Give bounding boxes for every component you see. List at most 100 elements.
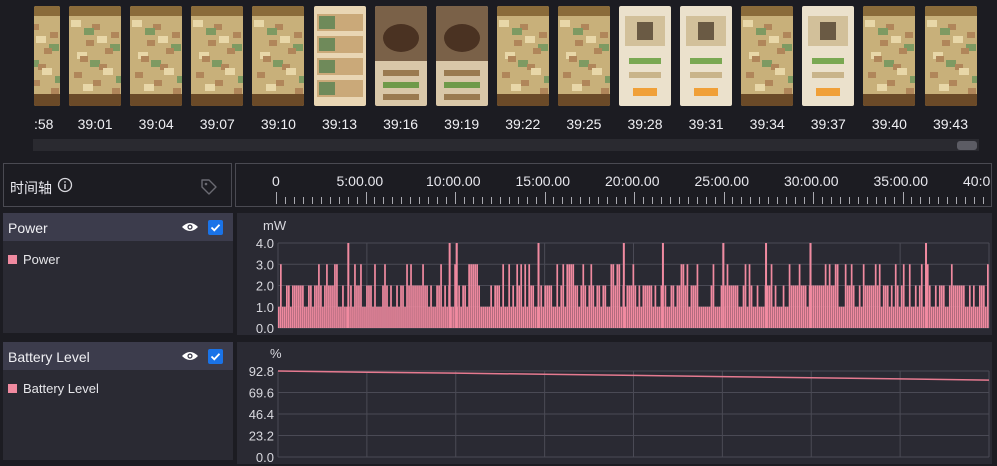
ruler-tick	[714, 197, 716, 204]
power-bar	[540, 285, 543, 328]
power-bar	[828, 264, 831, 328]
ruler-label: 5:00.00	[336, 173, 384, 189]
power-bar	[284, 306, 286, 328]
ruler-tick	[723, 192, 725, 204]
power-bar	[892, 306, 895, 328]
timeline-ruler[interactable]: 0 5:00.00 10:00.00 15:00.00 20:00.00 25:00.00…	[235, 163, 992, 207]
thumbnail-frame[interactable]	[863, 6, 916, 106]
info-circle-icon[interactable]	[57, 177, 73, 193]
ruler-tick	[553, 197, 555, 204]
power-bar	[734, 285, 737, 328]
thumbnail-frame[interactable]	[496, 6, 549, 106]
power-bar	[612, 264, 615, 328]
ruler-tick	[472, 197, 474, 204]
power-bar	[706, 306, 709, 328]
power-bar	[440, 264, 442, 328]
power-bar	[446, 306, 448, 328]
ruler-tick	[741, 197, 743, 204]
thumbnail-frame[interactable]	[680, 6, 733, 106]
eye-icon[interactable]	[181, 350, 199, 362]
power-bar	[824, 264, 827, 328]
eye-icon[interactable]	[181, 221, 199, 233]
thumbnail-scrollbar[interactable]	[33, 139, 979, 151]
power-bar	[732, 285, 735, 328]
ruler-tick	[813, 192, 814, 204]
thumbnail-frame[interactable]	[741, 6, 794, 106]
thumbnail-frame[interactable]	[924, 6, 977, 106]
power-bar	[936, 306, 939, 328]
power-bar	[640, 306, 643, 328]
power-bar	[740, 306, 743, 328]
thumbnail-frame[interactable]	[191, 6, 244, 106]
power-bar	[590, 264, 593, 328]
power-bar	[442, 306, 444, 328]
power-bar	[704, 306, 707, 328]
thumbnail-strip: :58 39:01 39:04 39:07 39:10 39:13 39:16 39:19 39…	[0, 0, 997, 160]
battery-track-header: Battery Level	[3, 342, 233, 370]
ruler-tick	[848, 197, 850, 204]
battery-chart[interactable]: % 0.0 23.2 46.4 69.6 92.8	[237, 342, 992, 464]
thumbnail-frame[interactable]	[802, 6, 855, 106]
power-bar	[576, 285, 579, 328]
power-bar	[698, 306, 701, 328]
power-bar	[754, 306, 757, 328]
power-bar	[962, 285, 965, 328]
power-bar	[556, 264, 559, 328]
ruler-tick	[526, 197, 528, 204]
power-bar	[708, 306, 711, 328]
power-bar	[934, 285, 937, 328]
power-bar	[360, 264, 362, 328]
power-bar	[574, 285, 577, 328]
power-bar	[604, 285, 607, 328]
power-bar	[286, 285, 288, 328]
thumbnail-frame[interactable]	[69, 6, 122, 106]
power-bar	[656, 306, 659, 328]
power-bar	[328, 285, 330, 328]
scrollbar-thumb[interactable]	[957, 141, 977, 150]
thumbnail-frame[interactable]	[435, 6, 488, 106]
power-y-tick-label: 2.0	[256, 279, 274, 294]
city-thumbnail-image	[496, 6, 549, 106]
power-bar	[462, 285, 464, 328]
thumbnail-frame[interactable]	[557, 6, 610, 106]
power-bar	[338, 306, 340, 328]
power-bar	[470, 264, 472, 328]
power-bar	[394, 306, 396, 328]
power-bar	[498, 285, 501, 328]
power-bar	[738, 306, 741, 328]
power-bar	[832, 285, 835, 328]
power-bar	[378, 306, 380, 328]
thumbnail-frame[interactable]	[313, 6, 366, 106]
battery-visibility-checkbox[interactable]	[208, 349, 223, 364]
power-bar	[510, 306, 513, 328]
menu-thumbnail-image	[313, 6, 366, 106]
power-chart[interactable]: mW 0.0 1.0 2.0 3.0 4.0	[237, 213, 992, 335]
thumbnail-frame[interactable]	[130, 6, 183, 106]
power-bar	[980, 285, 983, 328]
power-bar	[796, 285, 799, 328]
power-bar	[946, 306, 949, 328]
power-bar	[438, 285, 440, 328]
power-bar	[726, 264, 729, 328]
thumbnail-frame[interactable]	[374, 6, 427, 106]
power-bar	[532, 285, 535, 328]
timeline-title: 时间轴	[10, 181, 52, 197]
power-bar	[772, 306, 775, 328]
dialog-thumbnail-image	[619, 6, 671, 106]
power-bar	[630, 285, 633, 328]
tag-icon[interactable]	[199, 177, 219, 197]
power-bar	[500, 306, 503, 328]
ruler-tick	[616, 197, 618, 204]
power-y-tick-label: 0.0	[256, 321, 274, 335]
power-bar	[600, 306, 603, 328]
power-bar	[368, 285, 370, 328]
power-bar	[392, 306, 394, 328]
thumbnail-frame[interactable]	[252, 6, 305, 106]
power-bar	[336, 264, 338, 328]
thumbnail-frame[interactable]	[619, 6, 671, 106]
power-visibility-checkbox[interactable]	[208, 220, 223, 235]
dialog-thumbnail-image	[680, 6, 733, 106]
power-bar	[858, 285, 861, 328]
thumbnail-frame[interactable]	[34, 6, 60, 106]
ruler-tick	[347, 197, 349, 204]
